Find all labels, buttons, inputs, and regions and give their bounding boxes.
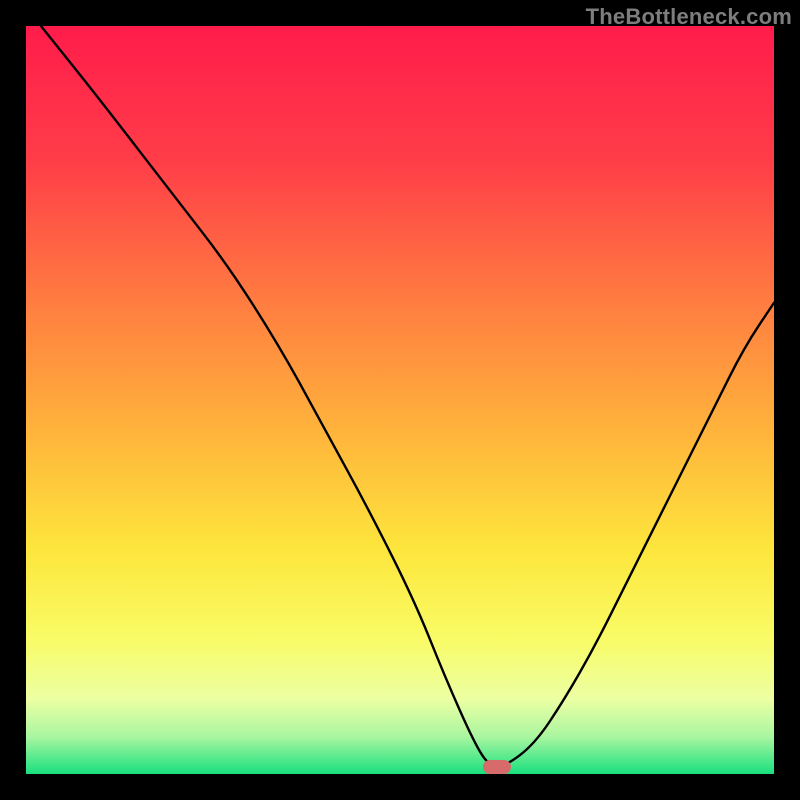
plot-area <box>26 26 774 774</box>
chart-root: { "watermark": "TheBottleneck.com", "cha… <box>0 0 800 800</box>
optimal-marker <box>483 760 511 774</box>
bottleneck-curve <box>26 26 774 774</box>
watermark-text: TheBottleneck.com <box>586 4 792 30</box>
